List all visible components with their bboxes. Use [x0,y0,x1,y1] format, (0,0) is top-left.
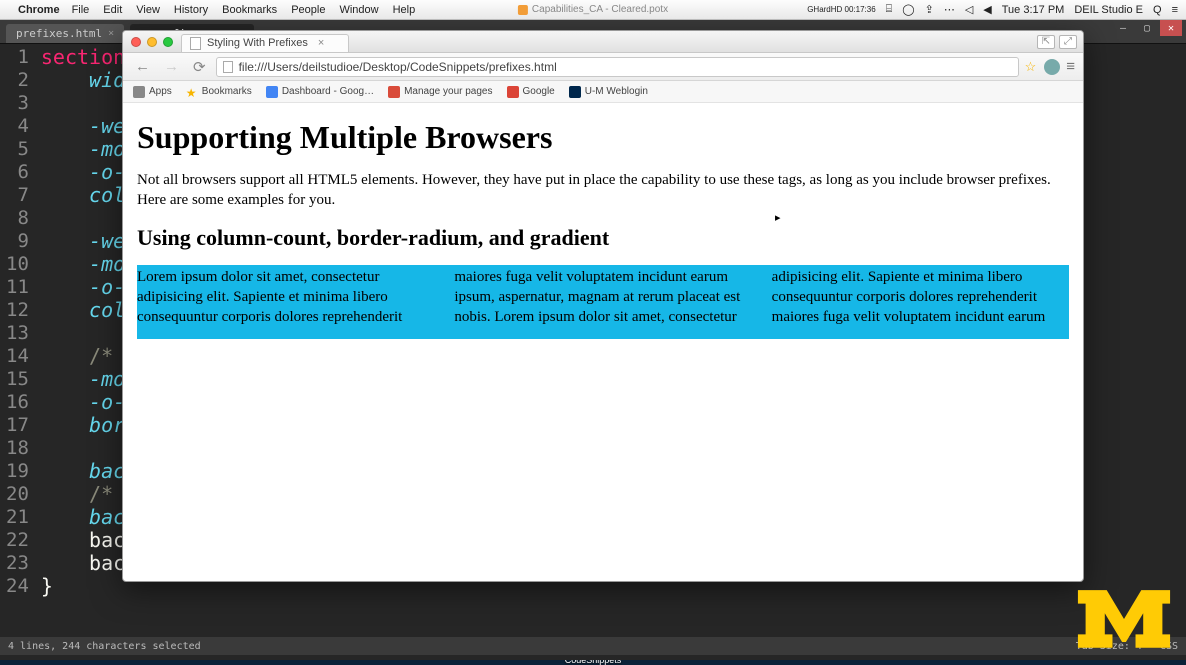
menubar-clock[interactable]: Tue 3:17 PM [1002,4,1065,16]
page-intro: Not all browsers support all HTML5 eleme… [137,170,1069,211]
window-close-button[interactable] [131,37,141,47]
menubar-user[interactable]: DEIL Studio E [1074,4,1143,16]
window-zoom-button[interactable] [163,37,173,47]
michigan-m-logo [1076,586,1172,655]
bkm-bookmarks[interactable]: ★Bookmarks [186,86,252,98]
editor-statusbar: 4 lines, 244 characters selected Tab Siz… [0,637,1186,655]
browser-tab-title: Styling With Prefixes [207,37,308,49]
nav-forward-button[interactable]: → [160,58,183,75]
address-bar[interactable]: file:///Users/deilstudioe/Desktop/CodeSn… [216,57,1019,77]
page-h2: Using column-count, border-radium, and g… [137,225,1069,251]
nav-back-button[interactable]: ← [131,58,154,75]
bkm-um[interactable]: U-M Weblogin [569,86,648,98]
tab-close-icon[interactable]: × [318,37,324,49]
window-grow-buttons: ⇱ ⤢ [1037,35,1077,49]
menu-history[interactable]: History [174,4,208,16]
background-window-title: Capabilities_CA - Cleared.potx [518,4,668,15]
bkm-google[interactable]: Google [507,86,555,98]
nav-reload-button[interactable]: ⟳ [189,58,210,76]
address-url: file:///Users/deilstudioe/Desktop/CodeSn… [239,60,557,74]
page-icon [223,61,233,73]
menubar-notif-icon[interactable]: ≡ [1172,4,1178,16]
menubar-app[interactable]: Chrome [18,4,60,16]
chrome-menu-icon[interactable]: ≡ [1066,58,1075,75]
chrome-toolbar: ← → ⟳ file:///Users/deilstudioe/Desktop/… [123,53,1083,81]
menu-help[interactable]: Help [393,4,416,16]
status-selection: 4 lines, 244 characters selected [8,641,201,652]
editor-min-button[interactable]: — [1112,20,1134,36]
menu-window[interactable]: Window [339,4,378,16]
menu-edit[interactable]: Edit [103,4,122,16]
window-traffic-lights [131,37,173,47]
mac-menubar: Chrome File Edit View History Bookmarks … [0,0,1186,20]
editor-close-button[interactable]: ✕ [1160,20,1182,36]
menubar-vol-icon[interactable]: ◁ [965,3,973,16]
chrome-titlebar[interactable]: Styling With Prefixes × ⇱ ⤢ [123,31,1083,53]
bookmark-star-icon[interactable]: ☆ [1025,59,1037,75]
line-gutter: 123456789101112131415161718192021222324 [0,44,37,600]
window-button[interactable]: ⇱ [1037,35,1055,49]
menubar-dropbox-icon[interactable]: ⌸ [886,3,893,16]
menubar-play-icon[interactable]: ◀ [983,3,991,16]
window-button[interactable]: ⤢ [1059,35,1077,49]
browser-tab-active[interactable]: Styling With Prefixes × [181,34,349,52]
menu-view[interactable]: View [136,4,160,16]
editor-window-controls: — ▢ ✕ [1112,20,1182,40]
editor-tab-prefixes-html[interactable]: prefixes.html× [6,24,124,43]
page-icon [190,37,201,50]
menubar-bt-icon[interactable]: ⋯ [944,3,955,16]
menubar-wifi-icon[interactable]: ⇪ [925,3,934,16]
editor-max-button[interactable]: ▢ [1136,20,1158,36]
menubar-spotlight-icon[interactable]: Q [1153,4,1162,16]
mouse-cursor [775,208,783,216]
bkm-apps[interactable]: Apps [133,86,172,98]
menubar-battery[interactable]: GHardHD 00:17:36 [807,6,875,14]
lorem-text: Lorem ipsum dolor sit amet, consectetur … [137,267,1069,337]
close-icon[interactable]: × [108,28,114,39]
bookmarks-bar: Apps ★Bookmarks Dashboard - Goog… Manage… [123,81,1083,103]
menubar-shield-icon[interactable]: ◯ [902,3,914,16]
menu-bookmarks[interactable]: Bookmarks [222,4,277,16]
bkm-dashboard[interactable]: Dashboard - Goog… [266,86,374,98]
profile-icon[interactable] [1044,59,1060,75]
chrome-window: Styling With Prefixes × ⇱ ⤢ ← → ⟳ file:/… [122,30,1084,582]
window-minimize-button[interactable] [147,37,157,47]
page-h1: Supporting Multiple Browsers [137,119,1069,156]
bkm-manage[interactable]: Manage your pages [388,86,492,98]
menu-file[interactable]: File [72,4,90,16]
column-demo-box: Lorem ipsum dolor sit amet, consectetur … [137,265,1069,339]
menu-people[interactable]: People [291,4,325,16]
page-content: Supporting Multiple Browsers Not all bro… [123,103,1083,355]
